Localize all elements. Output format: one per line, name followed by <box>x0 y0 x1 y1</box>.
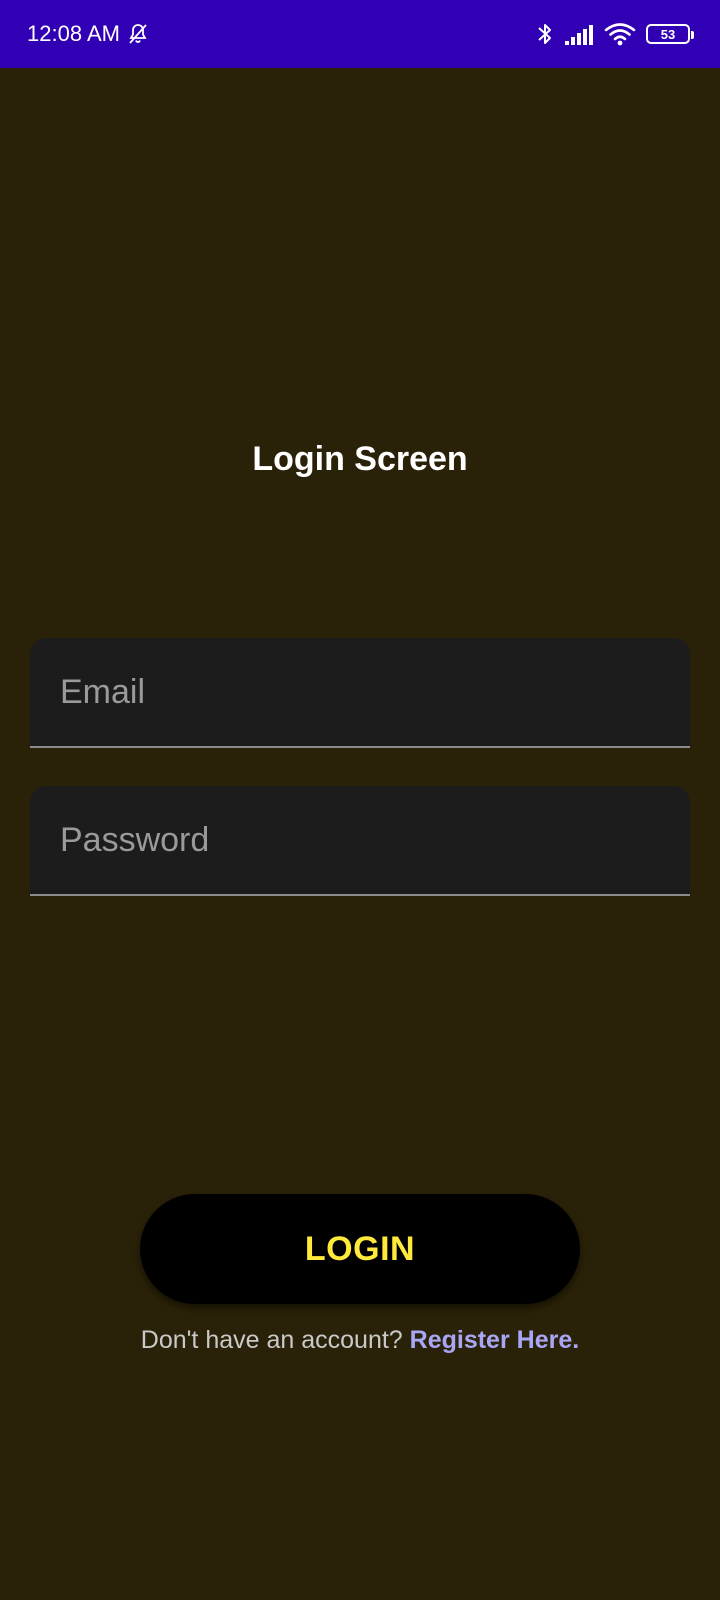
login-button[interactable]: LOGIN <box>140 1194 580 1304</box>
battery-icon: 53 <box>646 24 694 44</box>
page-title: Login Screen <box>252 440 468 478</box>
bluetooth-icon <box>536 21 554 47</box>
status-bar: 12:08 AM 53 <box>0 0 720 68</box>
email-field[interactable] <box>30 638 690 746</box>
mute-notifications-icon <box>126 22 150 46</box>
wifi-icon <box>604 22 636 46</box>
password-field[interactable] <box>30 786 690 894</box>
register-line: Don't have an account? Register Here. <box>0 1326 720 1355</box>
register-prompt: Don't have an account? <box>140 1326 403 1354</box>
password-field-container <box>30 786 690 896</box>
status-left: 12:08 AM <box>27 0 150 68</box>
signal-icon <box>564 23 594 45</box>
email-field-container <box>30 638 690 748</box>
register-link[interactable]: Register Here. <box>410 1326 580 1354</box>
status-time: 12:08 AM <box>27 21 120 46</box>
battery-level: 53 <box>660 26 676 42</box>
status-right: 53 <box>536 0 694 68</box>
